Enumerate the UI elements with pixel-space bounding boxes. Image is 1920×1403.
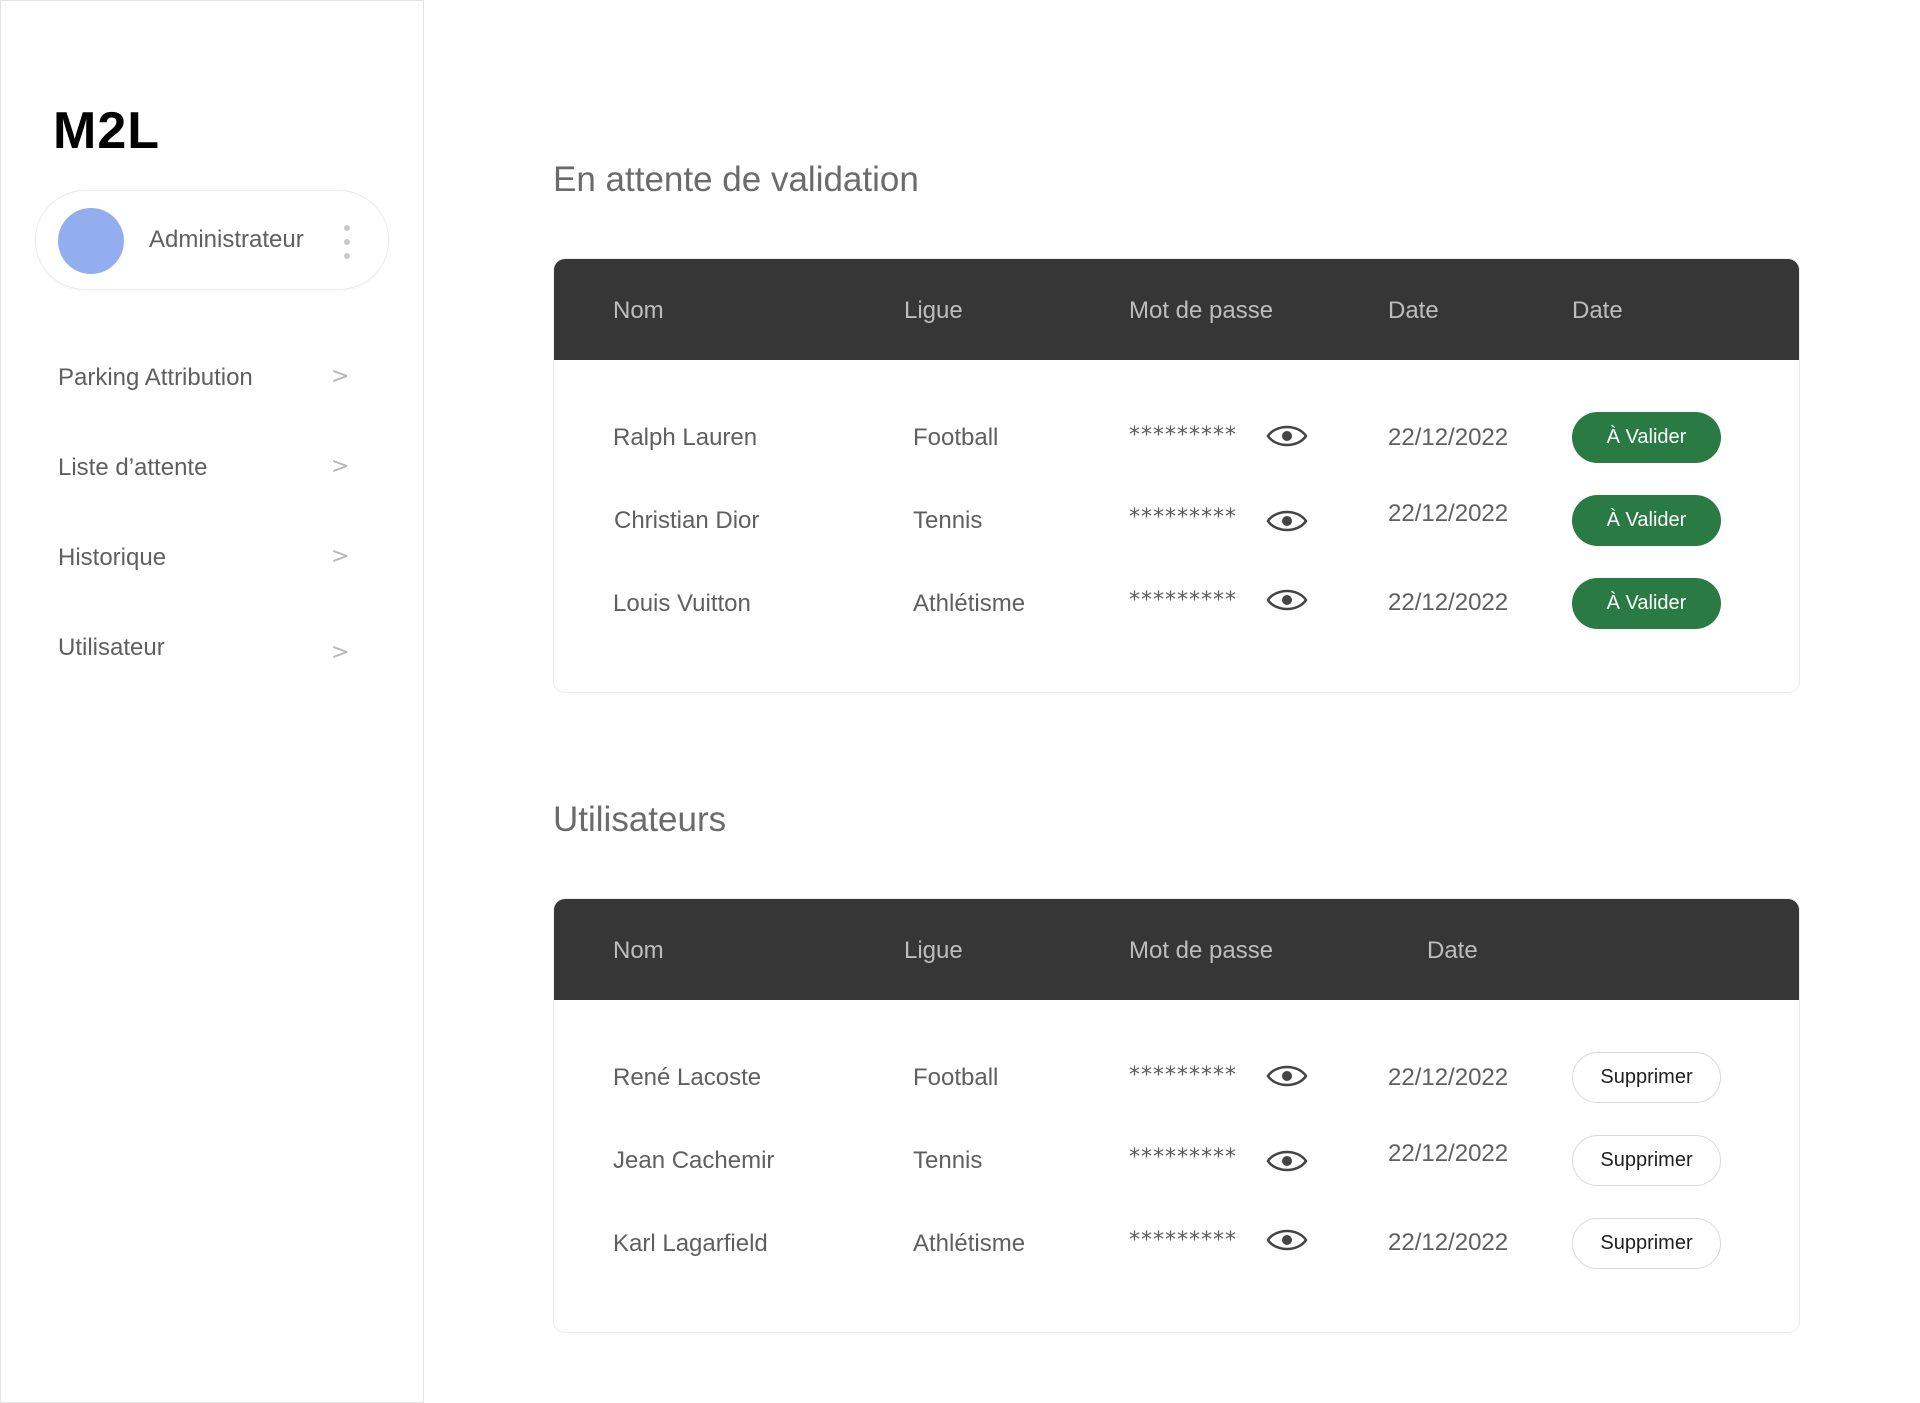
delete-button[interactable]: Supprimer — [1572, 1052, 1721, 1103]
delete-button[interactable]: Supprimer — [1572, 1135, 1721, 1186]
row-date: 22/12/2022 — [1388, 500, 1509, 527]
sidebar-item-label: Parking Attribution — [58, 364, 253, 391]
more-options-icon[interactable] — [342, 225, 352, 259]
column-header-nom: Nom — [613, 937, 664, 964]
row-league: Football — [913, 424, 999, 451]
eye-icon[interactable] — [1266, 586, 1308, 614]
table-row: Karl Lagarfield Athlétisme ********* 22/… — [554, 1215, 1799, 1275]
row-date: 22/12/2022 — [1388, 1064, 1509, 1091]
avatar — [58, 208, 124, 274]
validate-button[interactable]: À Valider — [1572, 578, 1721, 629]
row-password: ********* — [1129, 588, 1237, 613]
table-row: Ralph Lauren Football ********* 22/12/20… — [554, 409, 1799, 469]
sidebar-item-historique[interactable]: Historique > — [41, 534, 361, 584]
table-row: Christian Dior Tennis ********* 22/12/20… — [554, 492, 1799, 552]
eye-icon[interactable] — [1266, 422, 1308, 450]
table-header: Nom Ligue Mot de passe Date — [554, 899, 1799, 1000]
sidebar-item-label: Liste d’attente — [58, 454, 208, 481]
validate-button[interactable]: À Valider — [1572, 412, 1721, 463]
chevron-right-icon: > — [331, 544, 350, 569]
column-header-ligue: Ligue — [904, 937, 963, 964]
column-header-nom: Nom — [613, 297, 664, 324]
column-header-date: Date — [1388, 297, 1439, 324]
column-header-date-action: Date — [1572, 297, 1623, 324]
row-date: 22/12/2022 — [1388, 1140, 1509, 1167]
row-league: Football — [913, 1064, 999, 1091]
column-header-date: Date — [1427, 937, 1478, 964]
sidebar-item-utilisateur[interactable]: Utilisateur > — [41, 624, 361, 674]
row-league: Tennis — [913, 507, 983, 534]
column-header-mot-de-passe: Mot de passe — [1129, 937, 1274, 964]
table-row: Louis Vuitton Athlétisme ********* 22/12… — [554, 575, 1799, 635]
column-header-mot-de-passe: Mot de passe — [1129, 297, 1274, 324]
eye-icon[interactable] — [1266, 1226, 1308, 1254]
user-profile-card[interactable]: Administrateur — [35, 190, 389, 290]
users-section-title: Utilisateurs — [553, 800, 727, 839]
row-league: Athlétisme — [913, 1230, 1026, 1257]
table-row: Jean Cachemir Tennis ********* 22/12/202… — [554, 1132, 1799, 1192]
chevron-right-icon: > — [331, 640, 350, 665]
row-password: ********* — [1129, 423, 1237, 448]
users-table: Nom Ligue Mot de passe Date René Lacoste… — [553, 898, 1800, 1333]
eye-icon[interactable] — [1266, 1147, 1308, 1175]
row-password: ********* — [1129, 1063, 1237, 1088]
row-name: Jean Cachemir — [613, 1147, 775, 1174]
validate-button[interactable]: À Valider — [1572, 495, 1721, 546]
chevron-right-icon: > — [331, 454, 350, 479]
table-header: Nom Ligue Mot de passe Date Date — [554, 259, 1799, 360]
profile-name: Administrateur — [149, 226, 304, 253]
row-password: ********* — [1129, 1228, 1237, 1253]
sidebar-item-liste-attente[interactable]: Liste d’attente > — [41, 444, 361, 494]
pending-table: Nom Ligue Mot de passe Date Date Ralph L… — [553, 258, 1800, 693]
row-date: 22/12/2022 — [1388, 424, 1509, 451]
row-league: Athlétisme — [913, 590, 1026, 617]
row-password: ********* — [1129, 505, 1237, 530]
row-name: Karl Lagarfield — [613, 1230, 768, 1257]
chevron-right-icon: > — [331, 364, 350, 389]
app-logo: M2L — [53, 102, 160, 160]
row-date: 22/12/2022 — [1388, 1229, 1509, 1256]
row-name: Ralph Lauren — [613, 424, 758, 451]
eye-icon[interactable] — [1266, 507, 1308, 535]
sidebar-item-parking-attribution[interactable]: Parking Attribution > — [41, 354, 361, 404]
column-header-ligue: Ligue — [904, 297, 963, 324]
row-name: Christian Dior — [614, 507, 760, 534]
table-row: René Lacoste Football ********* 22/12/20… — [554, 1049, 1799, 1109]
sidebar-item-label: Utilisateur — [58, 634, 165, 661]
row-password: ********* — [1129, 1145, 1237, 1170]
sidebar-item-label: Historique — [58, 544, 167, 571]
row-league: Tennis — [913, 1147, 983, 1174]
delete-button[interactable]: Supprimer — [1572, 1218, 1721, 1269]
pending-section-title: En attente de validation — [553, 160, 919, 199]
row-date: 22/12/2022 — [1388, 589, 1509, 616]
row-name: René Lacoste — [613, 1064, 762, 1091]
row-name: Louis Vuitton — [613, 590, 751, 617]
eye-icon[interactable] — [1266, 1062, 1308, 1090]
sidebar: M2L Administrateur Parking Attribution >… — [0, 0, 424, 1403]
